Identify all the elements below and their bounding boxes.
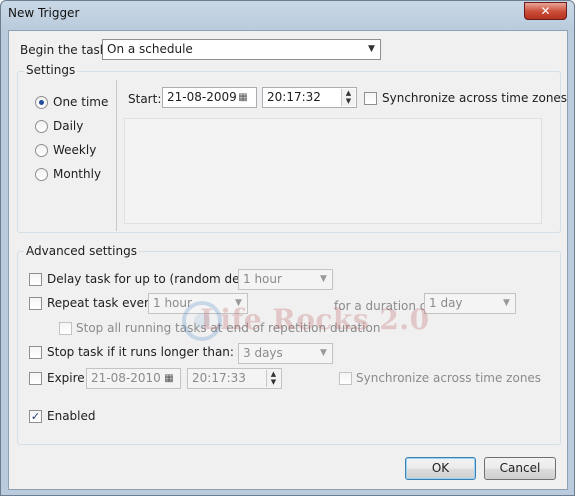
watermark-text: Life Rocks 2.0 (200, 303, 430, 336)
start-date-picker[interactable]: 21-08-2009 ▦ (162, 87, 257, 108)
start-date-value: 21-08-2009 (167, 90, 237, 104)
start-time-value: 20:17:32 (267, 90, 321, 104)
spin-down-icon[interactable]: ▼ (267, 378, 280, 386)
stop-task-duration-value: 3 days (243, 346, 283, 360)
stop-all-running-checkbox[interactable] (59, 322, 72, 335)
cancel-button[interactable]: Cancel (484, 457, 556, 480)
radio-weekly[interactable] (35, 144, 48, 157)
expire-time-field[interactable]: 20:17:33 ▲ ▼ (187, 368, 282, 389)
calendar-icon[interactable]: ▦ (233, 90, 253, 105)
begin-task-value: On a schedule (107, 42, 193, 56)
enabled-label: Enabled (47, 409, 96, 423)
advanced-settings-legend: Advanced settings (24, 244, 139, 258)
radio-one-time-label: One time (53, 95, 109, 109)
expire-date-value: 21-08-2010 (91, 371, 161, 385)
start-label: Start: (128, 92, 162, 106)
dialog-body: Begin the task: On a schedule ▼ Settings… (8, 30, 568, 490)
repeat-task-checkbox[interactable] (29, 297, 42, 310)
settings-legend: Settings (24, 63, 78, 77)
begin-task-select[interactable]: On a schedule ▼ (102, 39, 381, 60)
sync-time-zones-checkbox[interactable] (364, 92, 377, 105)
expire-label: Expire: (47, 371, 89, 385)
begin-task-label: Begin the task: (20, 43, 111, 57)
radio-daily[interactable] (35, 120, 48, 133)
new-trigger-dialog: New Trigger ✕ Begin the task: On a sched… (0, 0, 575, 496)
start-time-field[interactable]: 20:17:32 ▲ ▼ (262, 87, 357, 108)
close-icon: ✕ (540, 4, 551, 18)
enabled-checkbox[interactable]: ✓ (29, 410, 42, 423)
expire-sync-time-zones-checkbox[interactable] (339, 372, 352, 385)
start-time-spinner[interactable]: ▲ ▼ (341, 89, 355, 106)
repeat-duration-value: 1 day (429, 296, 463, 310)
settings-divider (116, 80, 117, 231)
chevron-down-icon: ▼ (320, 348, 327, 358)
chevron-down-icon: ▼ (503, 298, 510, 308)
expire-sync-time-zones-label: Synchronize across time zones (356, 371, 542, 385)
title-bar: New Trigger ✕ (1, 1, 574, 29)
spin-up-icon[interactable]: ▲ (267, 370, 280, 378)
ok-button[interactable]: OK (405, 457, 476, 480)
ok-button-label: OK (431, 461, 450, 475)
delay-duration-value: 1 hour (243, 272, 282, 286)
expire-time-spinner[interactable]: ▲ ▼ (266, 370, 280, 387)
delay-duration-select[interactable]: 1 hour ▼ (238, 269, 333, 290)
sync-time-zones-label: Synchronize across time zones (382, 91, 568, 105)
expire-date-picker[interactable]: 21-08-2010 ▦ (86, 368, 181, 389)
delay-task-checkbox[interactable] (29, 273, 42, 286)
radio-one-time[interactable] (35, 96, 48, 109)
repeat-task-label: Repeat task every: (47, 296, 160, 310)
window-title: New Trigger (8, 6, 80, 20)
calendar-icon[interactable]: ▦ (159, 371, 179, 386)
stop-task-longer-checkbox[interactable] (29, 346, 42, 359)
radio-monthly-label: Monthly (53, 167, 102, 181)
radio-monthly[interactable] (35, 168, 48, 181)
cancel-button-label: Cancel (499, 461, 541, 475)
expire-time-value: 20:17:33 (192, 371, 246, 385)
expire-checkbox[interactable] (29, 372, 42, 385)
delay-task-label: Delay task for up to (random delay): (47, 272, 267, 286)
check-icon: ✓ (30, 410, 41, 423)
chevron-down-icon: ▼ (320, 274, 327, 284)
radio-daily-label: Daily (53, 119, 84, 133)
repeat-duration-select[interactable]: 1 day ▼ (424, 293, 516, 314)
stop-task-longer-label: Stop task if it runs longer than: (47, 345, 234, 359)
stop-task-duration-select[interactable]: 3 days ▼ (238, 343, 333, 364)
schedule-detail-panel (124, 118, 542, 224)
radio-weekly-label: Weekly (53, 143, 97, 157)
spin-up-icon[interactable]: ▲ (342, 89, 355, 97)
close-button[interactable]: ✕ (524, 2, 567, 20)
chevron-down-icon: ▼ (368, 44, 375, 54)
spin-down-icon[interactable]: ▼ (342, 97, 355, 105)
